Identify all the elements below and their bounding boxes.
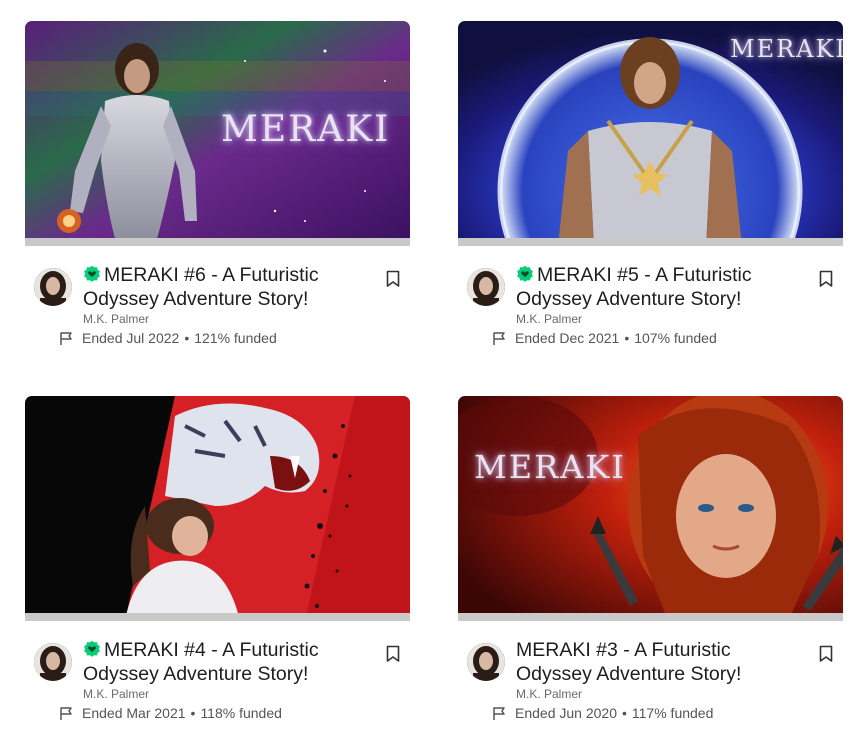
project-title-text: MERAKI #6 - A Futuristic Odyssey Adventu…	[83, 264, 319, 310]
project-status: Ended Jun 2020 • 117% funded	[492, 705, 713, 721]
flag-icon	[493, 331, 505, 345]
funded-percent: 117% funded	[631, 705, 714, 721]
creator-name[interactable]: M.K. Palmer	[516, 312, 582, 326]
project-card: MERAKI #4 - A Futuristic Odyssey Adventu…	[25, 396, 410, 741]
creator-name[interactable]: M.K. Palmer	[516, 687, 582, 701]
creator-name[interactable]: M.K. Palmer	[83, 312, 149, 326]
separator-dot: •	[190, 705, 196, 721]
flag-icon	[493, 706, 505, 720]
projects-we-love-icon	[84, 640, 100, 657]
funded-percent: 118% funded	[200, 705, 282, 721]
project-card: MERAKI MERAKI #5 - A Futuristic Odyssey …	[458, 21, 843, 366]
project-card: MERAKI MERAKI #6 - A Futuristic Odyssey …	[25, 21, 410, 366]
creator-name[interactable]: M.K. Palmer	[83, 687, 149, 701]
end-date: Ended Dec 2021	[515, 330, 620, 346]
projects-we-love-icon	[517, 265, 533, 282]
project-status: Ended Dec 2021 • 107% funded	[492, 330, 717, 346]
creator-avatar[interactable]	[34, 643, 72, 681]
separator-dot: •	[184, 330, 190, 346]
cover-logo-text: MERAKI	[730, 35, 843, 63]
creator-avatar[interactable]	[467, 268, 505, 306]
project-title[interactable]: MERAKI #6 - A Futuristic Odyssey Adventu…	[83, 263, 373, 311]
cover-logo-text: MERAKI	[474, 448, 626, 486]
funded-percent: 121% funded	[194, 330, 277, 346]
cover-art-image	[458, 396, 843, 621]
separator-dot: •	[624, 330, 630, 346]
flag-icon	[60, 331, 72, 345]
cover-art-image	[25, 396, 410, 621]
project-card: MERAKI MERAKI #3 - A Futuristic Odyssey …	[458, 396, 843, 741]
flag-icon	[60, 706, 72, 720]
funding-progress-bar	[458, 238, 843, 246]
project-title-text: MERAKI #3 - A Futuristic Odyssey Adventu…	[516, 639, 742, 685]
project-title[interactable]: MERAKI #3 - A Futuristic Odyssey Adventu…	[516, 638, 806, 686]
funding-progress-bar	[25, 613, 410, 621]
bookmark-icon[interactable]	[385, 645, 401, 663]
bookmark-icon[interactable]	[818, 270, 834, 288]
funding-progress-bar	[458, 613, 843, 621]
funded-percent: 107% funded	[634, 330, 717, 346]
project-title-text: MERAKI #4 - A Futuristic Odyssey Adventu…	[83, 639, 319, 685]
project-status: Ended Mar 2021 • 118% funded	[59, 705, 282, 721]
funding-progress-bar	[25, 238, 410, 246]
project-thumbnail[interactable]: MERAKI	[25, 21, 410, 246]
project-title[interactable]: MERAKI #4 - A Futuristic Odyssey Adventu…	[83, 638, 373, 686]
project-status: Ended Jul 2022 • 121% funded	[59, 330, 277, 346]
project-thumbnail[interactable]	[25, 396, 410, 621]
project-thumbnail[interactable]: MERAKI	[458, 21, 843, 246]
project-title[interactable]: MERAKI #5 - A Futuristic Odyssey Adventu…	[516, 263, 806, 311]
creator-avatar[interactable]	[467, 643, 505, 681]
projects-we-love-icon	[84, 265, 100, 282]
separator-dot: •	[621, 705, 627, 721]
project-title-text: MERAKI #5 - A Futuristic Odyssey Adventu…	[516, 264, 752, 310]
bookmark-icon[interactable]	[385, 270, 401, 288]
end-date: Ended Mar 2021	[82, 705, 186, 721]
creator-avatar[interactable]	[34, 268, 72, 306]
end-date: Ended Jun 2020	[515, 705, 617, 721]
project-thumbnail[interactable]: MERAKI	[458, 396, 843, 621]
bookmark-icon[interactable]	[818, 645, 834, 663]
cover-logo-text: MERAKI	[221, 109, 391, 150]
end-date: Ended Jul 2022	[82, 330, 180, 346]
